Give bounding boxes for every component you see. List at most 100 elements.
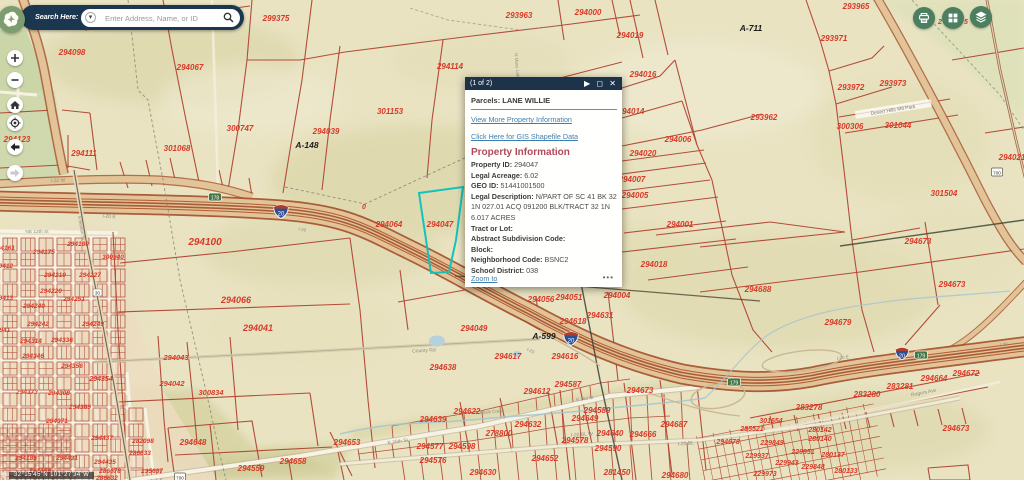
svg-text:294437: 294437: [90, 435, 113, 442]
svg-text:280137: 280137: [820, 452, 845, 459]
svg-text:294041: 294041: [242, 323, 273, 333]
svg-text:2941: 2941: [0, 327, 11, 334]
svg-text:294666: 294666: [629, 430, 657, 439]
svg-text:294664: 294664: [920, 374, 948, 383]
svg-text:700: 700: [993, 171, 1001, 176]
svg-text:294632: 294632: [514, 420, 542, 429]
svg-text:NE 12th St: NE 12th St: [25, 229, 49, 235]
svg-text:I-20 BL W: I-20 BL W: [571, 431, 594, 438]
svg-text:294612: 294612: [523, 387, 551, 396]
svg-text:294314: 294314: [19, 338, 42, 345]
svg-text:20: 20: [568, 339, 575, 345]
svg-text:294001: 294001: [666, 220, 694, 229]
svg-text:300747: 300747: [227, 124, 254, 133]
svg-text:294672: 294672: [952, 369, 980, 378]
svg-text:294308: 294308: [47, 390, 70, 397]
svg-text:294679: 294679: [824, 318, 852, 327]
svg-text:301654: 301654: [759, 418, 782, 425]
svg-text:294354: 294354: [88, 376, 112, 383]
svg-text:229973: 229973: [752, 471, 776, 478]
svg-text:229848: 229848: [800, 464, 824, 471]
svg-text:29412: 29412: [0, 263, 13, 270]
svg-text:5: 5: [964, 19, 968, 26]
svg-text:294680: 294680: [661, 471, 689, 480]
svg-text:294210: 294210: [43, 272, 66, 279]
svg-text:282098: 282098: [131, 438, 154, 445]
svg-text:294111: 294111: [70, 149, 97, 158]
svg-text:294631: 294631: [586, 311, 614, 320]
svg-text:294435: 294435: [93, 459, 116, 466]
svg-text:294220: 294220: [39, 288, 62, 295]
svg-text:294180: 294180: [66, 241, 89, 248]
svg-text:294649: 294649: [571, 414, 599, 423]
svg-text:294021: 294021: [998, 153, 1024, 162]
svg-text:294673: 294673: [626, 386, 654, 395]
svg-text:229937: 229937: [744, 453, 769, 460]
svg-text:294346: 294346: [21, 353, 44, 360]
svg-text:294114: 294114: [436, 62, 464, 71]
svg-text:294066: 294066: [220, 295, 252, 305]
svg-text:294648: 294648: [179, 438, 207, 447]
svg-text:0: 0: [362, 204, 366, 211]
svg-text:280142: 280142: [807, 427, 831, 434]
svg-text:278800: 278800: [485, 429, 513, 438]
svg-text:294251: 294251: [62, 296, 85, 303]
svg-text:294373: 294373: [15, 389, 38, 396]
svg-text:294020: 294020: [629, 149, 657, 158]
svg-text:294064: 294064: [375, 220, 403, 229]
svg-text:294590: 294590: [594, 444, 622, 453]
svg-text:294369: 294369: [68, 404, 91, 411]
svg-text:293963: 293963: [505, 11, 533, 20]
svg-text:294640: 294640: [596, 429, 624, 438]
svg-text:294431: 294431: [55, 455, 78, 462]
svg-text:283281: 283281: [886, 382, 914, 391]
svg-text:294639: 294639: [419, 415, 447, 424]
svg-text:294630: 294630: [469, 468, 497, 477]
svg-text:286632: 286632: [95, 475, 118, 480]
svg-text:294056: 294056: [527, 295, 555, 304]
svg-text:294678: 294678: [715, 439, 739, 446]
svg-text:294687: 294687: [660, 420, 688, 429]
svg-text:294598: 294598: [448, 442, 476, 451]
svg-text:294658: 294658: [279, 457, 307, 466]
svg-text:294356: 294356: [60, 363, 83, 370]
svg-text:294371: 294371: [45, 418, 68, 425]
svg-text:294227: 294227: [78, 272, 101, 279]
svg-text:30: 30: [95, 291, 100, 296]
svg-text:I-20: I-20: [1000, 341, 1009, 347]
svg-text:300306: 300306: [837, 122, 864, 131]
svg-text:294016: 294016: [629, 70, 657, 79]
svg-text:283278: 283278: [795, 403, 823, 412]
svg-text:300940: 300940: [102, 254, 124, 261]
svg-text:294618: 294618: [559, 317, 587, 326]
svg-text:285521: 285521: [739, 426, 763, 433]
svg-text:294005: 294005: [621, 191, 649, 200]
svg-text:294652: 294652: [531, 454, 559, 463]
svg-text:301504: 301504: [931, 189, 958, 198]
svg-text:179: 179: [917, 354, 926, 360]
svg-text:293972: 293972: [837, 83, 865, 92]
svg-text:294249: 294249: [81, 321, 104, 328]
svg-text:294018: 294018: [640, 260, 668, 269]
svg-text:294098: 294098: [58, 48, 86, 57]
svg-text:294039: 294039: [312, 127, 340, 136]
svg-text:700: 700: [176, 476, 184, 481]
svg-text:301068: 301068: [164, 144, 191, 153]
svg-text:286633: 286633: [128, 450, 151, 457]
svg-text:283280: 283280: [853, 390, 881, 399]
svg-text:294049: 294049: [460, 324, 488, 333]
svg-text:293971: 293971: [820, 34, 848, 43]
svg-text:294638: 294638: [429, 363, 457, 372]
svg-text:294175: 294175: [32, 249, 55, 256]
svg-text:294043: 294043: [162, 353, 189, 362]
svg-text:293973: 293973: [879, 79, 907, 88]
svg-text:A-599: A-599: [531, 331, 555, 341]
svg-text:294576: 294576: [419, 456, 447, 465]
svg-text:294004: 294004: [603, 291, 631, 300]
svg-text:294242: 294242: [26, 321, 49, 328]
svg-text:293962: 293962: [750, 113, 778, 122]
svg-text:20: 20: [278, 212, 285, 218]
svg-text:294336: 294336: [50, 337, 73, 344]
svg-text:294185: 294185: [14, 455, 37, 462]
svg-text:294019: 294019: [616, 31, 644, 40]
